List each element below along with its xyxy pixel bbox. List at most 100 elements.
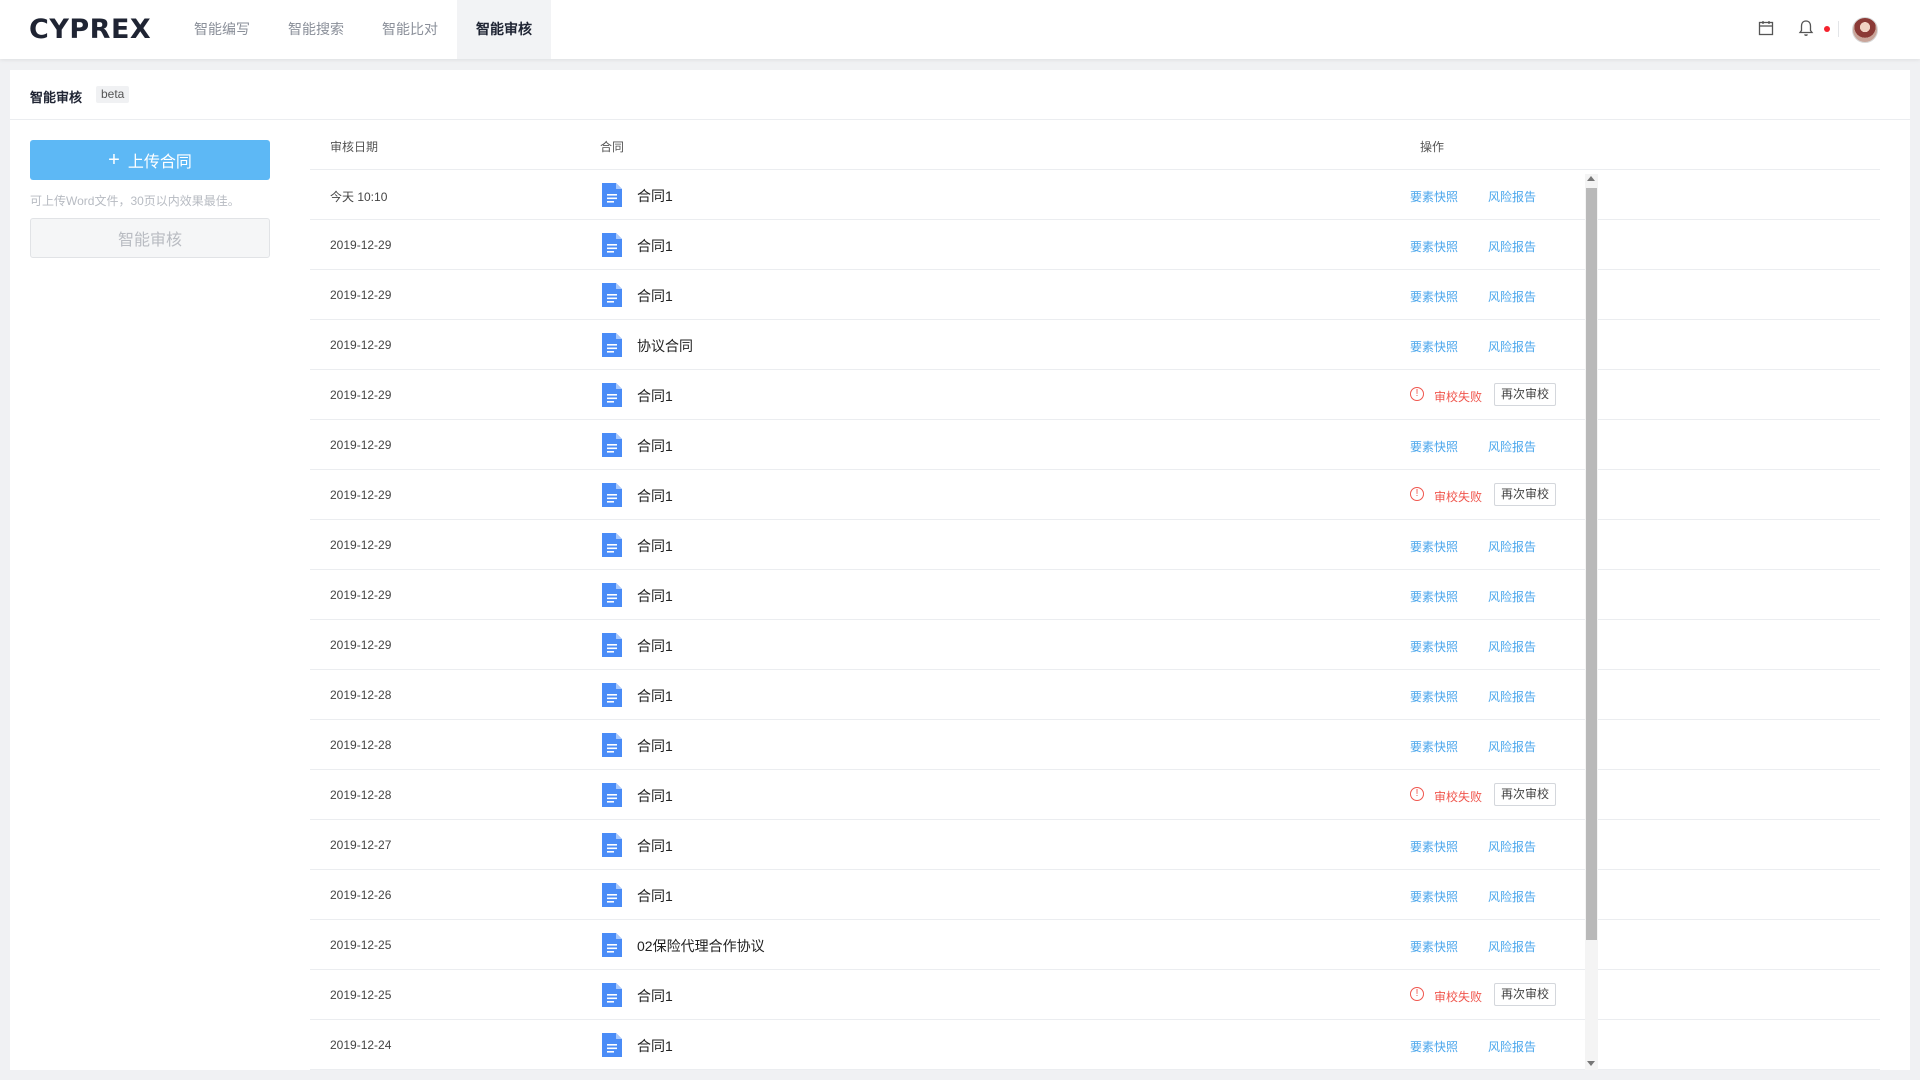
table-row: 2019-12-27 合同1 要素快照 风险报告 bbox=[310, 820, 1880, 870]
contract-name[interactable]: 合同1 bbox=[637, 586, 673, 606]
nav-item-review[interactable]: 智能审核 bbox=[457, 0, 551, 59]
table-row: 2019-12-29 协议合同 要素快照 风险报告 bbox=[310, 320, 1880, 370]
review-date: 2019-12-25 bbox=[330, 988, 392, 1002]
error-icon: ! bbox=[1410, 387, 1424, 401]
table-row: 2019-12-28 合同1 要素快照 风险报告 bbox=[310, 720, 1880, 770]
nav-item-writing[interactable]: 智能编写 bbox=[175, 0, 269, 59]
risk-report-link[interactable]: 风险报告 bbox=[1488, 288, 1536, 305]
smart-review-button[interactable]: 智能审核 bbox=[30, 218, 270, 258]
bell-icon[interactable] bbox=[1798, 19, 1814, 37]
element-snapshot-link[interactable]: 要素快照 bbox=[1410, 188, 1458, 205]
column-header-date: 审核日期 bbox=[330, 140, 379, 154]
risk-report-link[interactable]: 风险报告 bbox=[1488, 888, 1536, 905]
element-snapshot-link[interactable]: 要素快照 bbox=[1410, 688, 1458, 705]
risk-report-link[interactable]: 风险报告 bbox=[1488, 538, 1536, 555]
row-actions: 要素快照 风险报告 bbox=[1410, 670, 1710, 720]
risk-report-link[interactable]: 风险报告 bbox=[1488, 1038, 1536, 1055]
risk-report-link[interactable]: 风险报告 bbox=[1488, 188, 1536, 205]
element-snapshot-link[interactable]: 要素快照 bbox=[1410, 538, 1458, 555]
review-failed-text: 审校失败 bbox=[1434, 790, 1483, 804]
nav-item-compare[interactable]: 智能比对 bbox=[363, 0, 457, 59]
contract-name[interactable]: 合同1 bbox=[637, 286, 673, 306]
risk-report-link[interactable]: 风险报告 bbox=[1488, 688, 1536, 705]
document-icon bbox=[602, 233, 622, 257]
contract-name[interactable]: 合同1 bbox=[637, 236, 673, 256]
upload-contract-button[interactable]: + 上传合同 bbox=[30, 140, 270, 180]
contract-name[interactable]: 协议合同 bbox=[637, 336, 693, 356]
element-snapshot-link[interactable]: 要素快照 bbox=[1410, 838, 1458, 855]
document-icon bbox=[602, 783, 622, 807]
contract-name[interactable]: 合同1 bbox=[637, 186, 673, 206]
document-icon bbox=[602, 633, 622, 657]
risk-report-link[interactable]: 风险报告 bbox=[1488, 838, 1536, 855]
page-title: 智能审核 bbox=[30, 90, 83, 105]
contract-name[interactable]: 合同1 bbox=[637, 686, 673, 706]
contract-name[interactable]: 02保险代理合作协议 bbox=[637, 936, 765, 956]
review-date: 2019-12-29 bbox=[330, 388, 392, 402]
table-row: 2019-12-28 合同1! 审校失败 再次审校 bbox=[310, 770, 1880, 820]
table-row: 2019-12-29 合同1! 审校失败 再次审校 bbox=[310, 470, 1880, 520]
table-row: 2019-12-29 合同1 ! 审校失败 再次审校 bbox=[310, 370, 1880, 420]
scroll-down-arrow-icon[interactable] bbox=[1587, 1061, 1595, 1066]
contract-name[interactable]: 合同1 bbox=[637, 786, 673, 806]
table-row: 2019-12-29 合同1 要素快照 风险报告 bbox=[310, 570, 1880, 620]
row-actions: 要素快照 风险报告 bbox=[1410, 420, 1710, 470]
contract-name[interactable]: 合同1 bbox=[637, 886, 673, 906]
document-icon bbox=[602, 883, 622, 907]
table-scrollbar[interactable] bbox=[1585, 174, 1598, 1070]
risk-report-link[interactable]: 风险报告 bbox=[1488, 588, 1536, 605]
contract-name[interactable]: 合同1 bbox=[637, 536, 673, 556]
contract-name[interactable]: 合同1 bbox=[637, 636, 673, 656]
logo[interactable]: CYPREX bbox=[29, 14, 151, 45]
nav-item-search[interactable]: 智能搜索 bbox=[269, 0, 363, 59]
review-date: 2019-12-24 bbox=[330, 1038, 392, 1052]
risk-report-link[interactable]: 风险报告 bbox=[1488, 638, 1536, 655]
document-icon bbox=[602, 283, 622, 307]
risk-report-link[interactable]: 风险报告 bbox=[1488, 738, 1536, 755]
retry-review-button[interactable]: 再次审校 bbox=[1494, 783, 1557, 806]
element-snapshot-link[interactable]: 要素快照 bbox=[1410, 888, 1458, 905]
scroll-thumb[interactable] bbox=[1586, 188, 1597, 940]
review-date: 2019-12-25 bbox=[330, 938, 392, 952]
element-snapshot-link[interactable]: 要素快照 bbox=[1410, 338, 1458, 355]
error-icon: ! bbox=[1410, 787, 1424, 801]
column-header-contract: 合同 bbox=[600, 140, 625, 154]
contract-name[interactable]: 合同1 bbox=[637, 386, 673, 406]
risk-report-link[interactable]: 风险报告 bbox=[1488, 438, 1536, 455]
avatar[interactable] bbox=[1852, 17, 1878, 43]
element-snapshot-link[interactable]: 要素快照 bbox=[1410, 238, 1458, 255]
risk-report-link[interactable]: 风险报告 bbox=[1488, 238, 1536, 255]
contract-name[interactable]: 合同1 bbox=[637, 486, 673, 506]
element-snapshot-link[interactable]: 要素快照 bbox=[1410, 938, 1458, 955]
table-row: 2019-12-29 合同1 要素快照 风险报告 bbox=[310, 520, 1880, 570]
element-snapshot-link[interactable]: 要素快照 bbox=[1410, 738, 1458, 755]
contract-name[interactable]: 合同1 bbox=[637, 986, 673, 1006]
contract-name[interactable]: 合同1 bbox=[637, 836, 673, 856]
element-snapshot-link[interactable]: 要素快照 bbox=[1410, 288, 1458, 305]
table-header: 审核日期 合同 操作 bbox=[310, 120, 1880, 170]
risk-report-link[interactable]: 风险报告 bbox=[1488, 338, 1536, 355]
risk-report-link[interactable]: 风险报告 bbox=[1488, 938, 1536, 955]
element-snapshot-link[interactable]: 要素快照 bbox=[1410, 1038, 1458, 1055]
element-snapshot-link[interactable]: 要素快照 bbox=[1410, 438, 1458, 455]
retry-review-button[interactable]: 再次审校 bbox=[1494, 983, 1557, 1006]
row-actions: 要素快照 风险报告 bbox=[1410, 820, 1710, 870]
row-actions: ! 审校失败 再次审校 bbox=[1410, 370, 1710, 420]
contract-name[interactable]: 合同1 bbox=[637, 1036, 673, 1056]
scroll-up-arrow-icon[interactable] bbox=[1587, 176, 1595, 181]
table-row: 2019-12-24 合同1 要素快照 风险报告 bbox=[310, 1020, 1880, 1070]
row-actions: 要素快照 风险报告 bbox=[1410, 170, 1710, 220]
row-actions: 要素快照 风险报告 bbox=[1410, 1020, 1710, 1070]
contract-name[interactable]: 合同1 bbox=[637, 436, 673, 456]
element-snapshot-link[interactable]: 要素快照 bbox=[1410, 588, 1458, 605]
table-row: 2019-12-29 合同1 要素快照 风险报告 bbox=[310, 420, 1880, 470]
document-icon bbox=[602, 733, 622, 757]
upload-hint: 可上传Word文件，30页以内效果最佳。 bbox=[30, 194, 240, 208]
retry-review-button[interactable]: 再次审校 bbox=[1494, 483, 1557, 506]
contract-name[interactable]: 合同1 bbox=[637, 736, 673, 756]
document-icon bbox=[602, 583, 622, 607]
review-date: 2019-12-29 bbox=[330, 588, 392, 602]
calendar-icon[interactable] bbox=[1758, 20, 1774, 36]
element-snapshot-link[interactable]: 要素快照 bbox=[1410, 638, 1458, 655]
retry-review-button[interactable]: 再次审校 bbox=[1494, 383, 1557, 406]
